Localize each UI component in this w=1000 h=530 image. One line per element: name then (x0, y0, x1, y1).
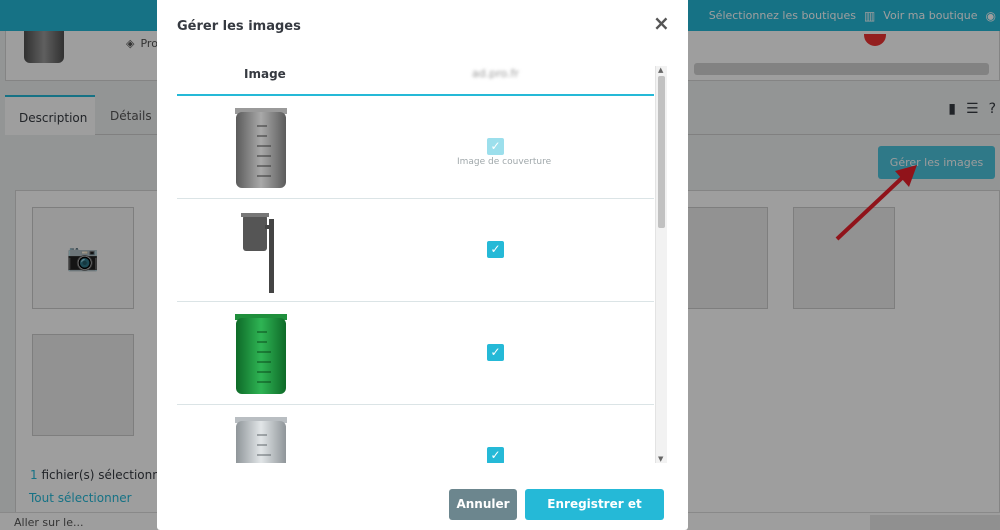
scroll-thumb[interactable] (658, 76, 665, 228)
images-table: ✓ Image de couverture ✓ ✓ ✓ (177, 96, 654, 463)
table-header: Image ad.pro.fr (177, 58, 654, 96)
shop-checkbox[interactable]: ✓ (487, 241, 504, 258)
table-row: ✓ (177, 405, 654, 463)
manage-images-modal: Gérer les images × Image ad.pro.fr ✓ Ima… (157, 0, 688, 530)
column-image-header: Image (244, 67, 286, 81)
shop-checkbox[interactable]: ✓ (487, 344, 504, 361)
save-publish-button[interactable]: Enregistrer et publier (525, 489, 664, 530)
modal-title: Gérer les images (177, 19, 301, 34)
shop-checkbox[interactable]: ✓ (487, 447, 504, 463)
cover-image-label: Image de couverture (457, 157, 552, 167)
close-icon[interactable]: × (653, 13, 670, 33)
product-image (235, 417, 287, 463)
table-row: ✓ (177, 302, 654, 405)
table-row: ✓ Image de couverture (177, 96, 654, 199)
cancel-button[interactable]: Annuler (449, 489, 517, 520)
product-image (235, 314, 287, 394)
product-image (241, 213, 274, 293)
scroll-up-icon[interactable]: ▲ (658, 66, 663, 74)
product-image (235, 108, 287, 188)
cover-checkbox: ✓ (487, 138, 504, 155)
table-row: ✓ (177, 199, 654, 302)
table-scrollbar[interactable]: ▲ ▼ (655, 66, 667, 463)
column-shop-header: ad.pro.fr (472, 67, 519, 80)
scroll-down-icon[interactable]: ▼ (658, 455, 663, 463)
